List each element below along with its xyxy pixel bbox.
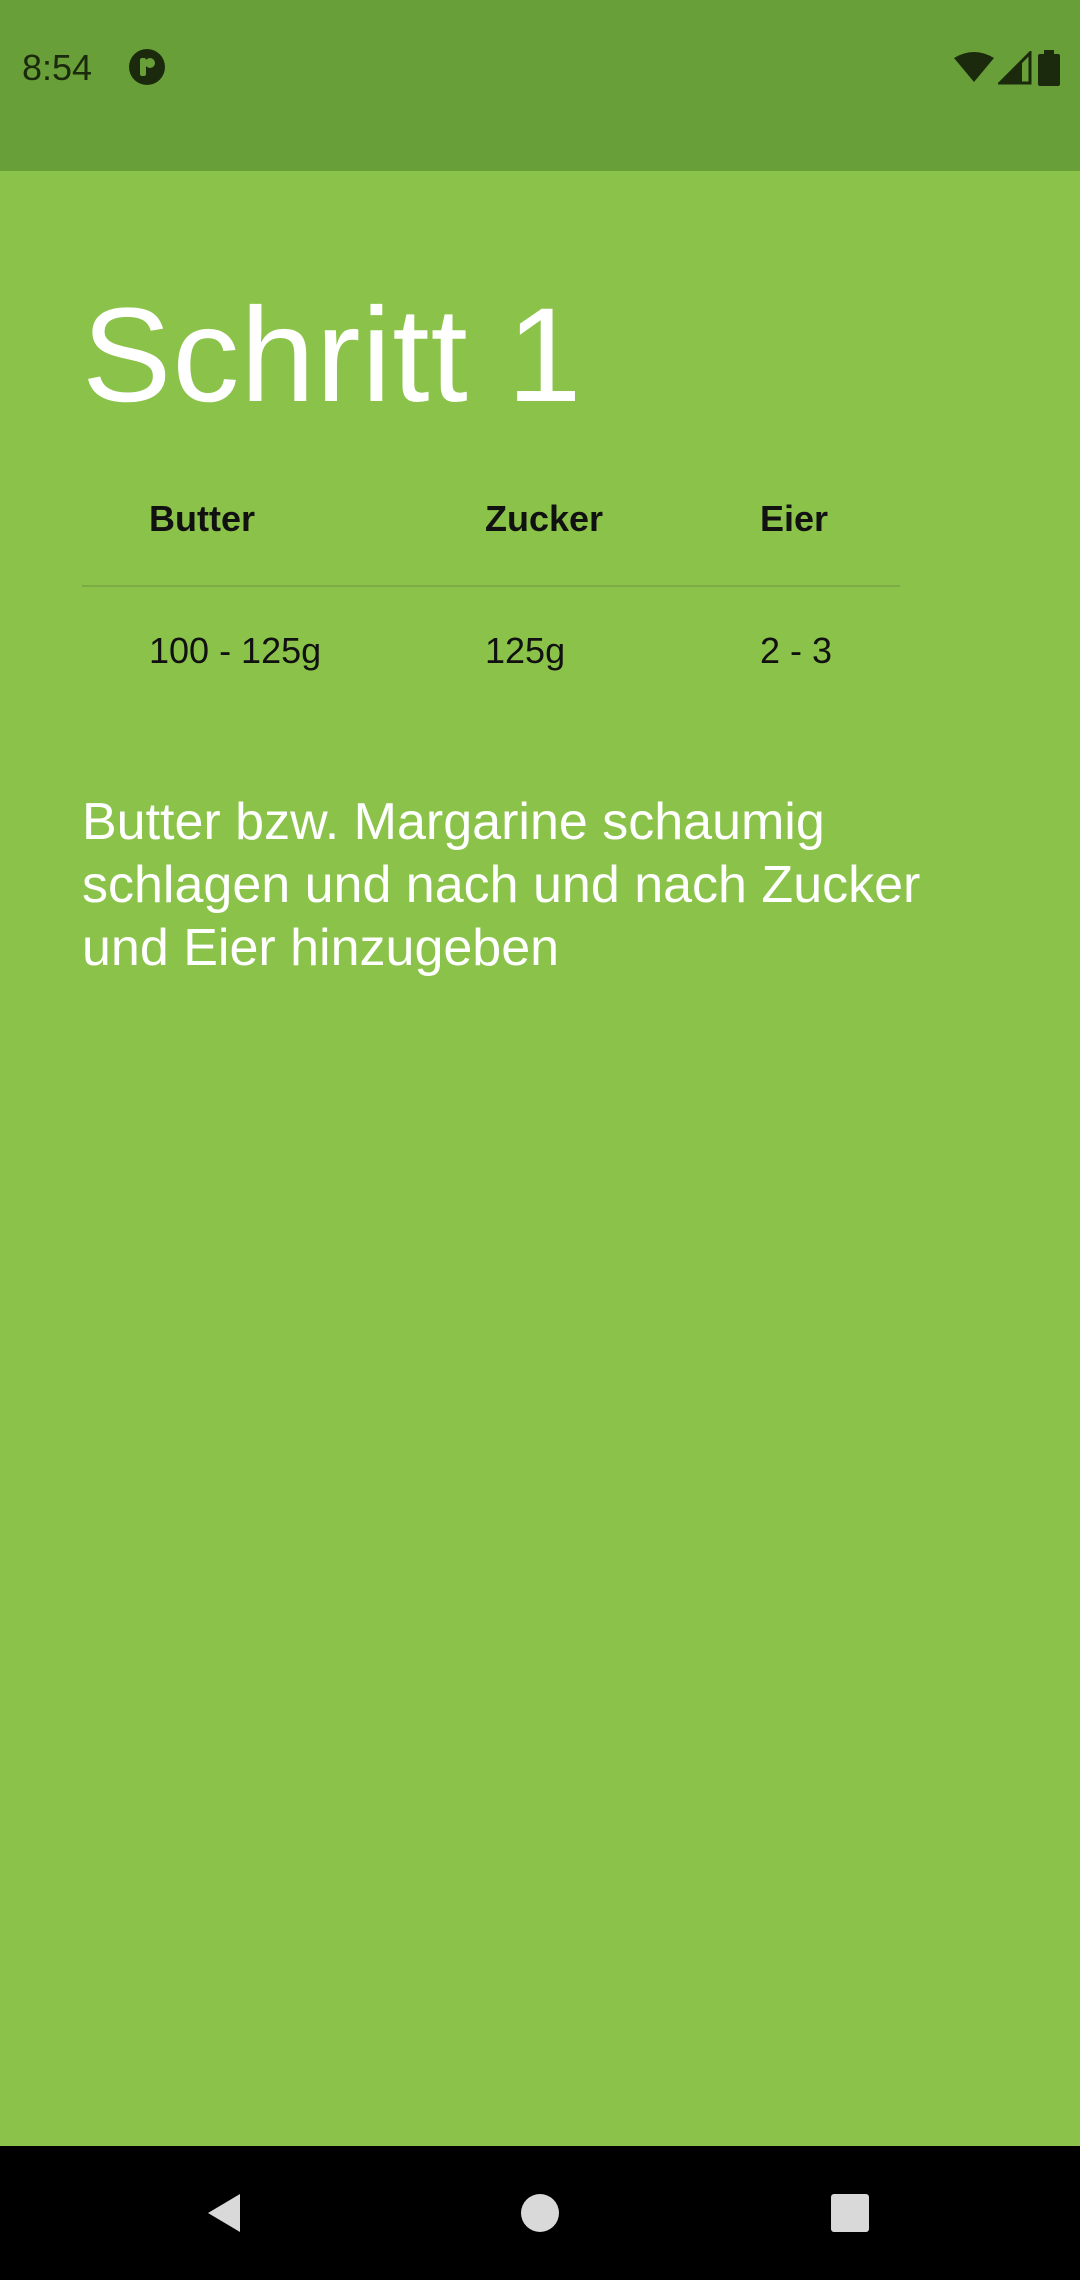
header-zucker: Zucker	[485, 498, 604, 539]
recent-apps-icon[interactable]	[825, 2188, 875, 2238]
header-eier: Eier	[760, 498, 829, 539]
cell-signal-icon	[998, 51, 1032, 85]
notification-app-icon	[129, 49, 165, 85]
value-zucker: 125g	[485, 630, 566, 671]
step-description: Butter bzw. Margarine schaumig schlagen …	[82, 793, 921, 977]
value-butter: 100 - 125g	[149, 630, 322, 671]
status-icons	[954, 44, 1062, 92]
table-header-row: Butter Zucker Eier	[82, 471, 900, 587]
step-screen: Schritt 1 Butter Zucker Eier 100 - 125g …	[0, 171, 1080, 2146]
back-icon[interactable]	[200, 2188, 250, 2238]
page-title: Schritt 1	[82, 281, 583, 430]
navigation-bar	[0, 2146, 1080, 2280]
status-bar: 8:54	[0, 0, 1080, 171]
status-time: 8:54	[22, 47, 93, 88]
ingredient-table: Butter Zucker Eier 100 - 125g 125g 2 - 3	[82, 471, 900, 717]
home-icon[interactable]	[515, 2188, 565, 2238]
wifi-icon	[954, 52, 994, 82]
battery-icon	[1038, 50, 1060, 86]
value-eier: 2 - 3	[760, 630, 833, 671]
header-butter: Butter	[149, 498, 255, 539]
table-row: 100 - 125g 125g 2 - 3	[82, 587, 900, 717]
